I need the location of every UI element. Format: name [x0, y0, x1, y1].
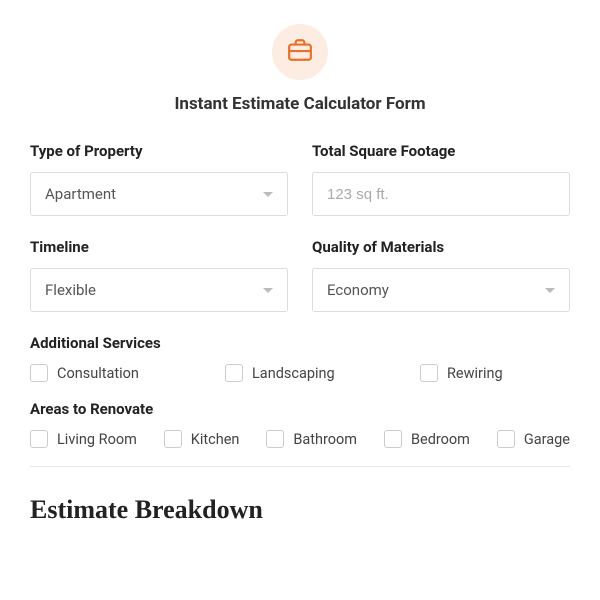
additional-services-label: Additional Services — [30, 334, 570, 352]
checkbox-icon — [384, 430, 402, 448]
area-bathroom[interactable]: Bathroom — [266, 430, 357, 448]
divider — [30, 466, 570, 467]
service-rewiring[interactable]: Rewiring — [420, 364, 570, 382]
checkbox-label: Landscaping — [252, 365, 335, 382]
checkbox-icon — [266, 430, 284, 448]
checkbox-icon — [30, 430, 48, 448]
areas-label: Areas to Renovate — [30, 400, 570, 418]
chevron-down-icon — [263, 192, 273, 197]
property-type-label: Type of Property — [30, 142, 288, 160]
estimate-breakdown-title: Estimate Breakdown — [30, 495, 570, 525]
square-footage-input[interactable] — [327, 173, 555, 215]
checkbox-icon — [497, 430, 515, 448]
checkbox-label: Rewiring — [447, 365, 503, 382]
checkbox-icon — [164, 430, 182, 448]
checkbox-label: Garage — [524, 431, 570, 448]
square-footage-label: Total Square Footage — [312, 142, 570, 160]
area-bedroom[interactable]: Bedroom — [384, 430, 470, 448]
timeline-value: Flexible — [45, 281, 96, 299]
property-type-value: Apartment — [45, 185, 116, 203]
area-kitchen[interactable]: Kitchen — [164, 430, 240, 448]
checkbox-label: Bathroom — [293, 431, 357, 448]
briefcase-icon — [287, 37, 313, 67]
area-garage[interactable]: Garage — [497, 430, 570, 448]
checkbox-label: Consultation — [57, 365, 139, 382]
checkbox-label: Living Room — [57, 431, 137, 448]
checkbox-icon — [420, 364, 438, 382]
materials-label: Quality of Materials — [312, 238, 570, 256]
service-consultation[interactable]: Consultation — [30, 364, 180, 382]
checkbox-label: Kitchen — [191, 431, 240, 448]
timeline-select[interactable]: Flexible — [30, 268, 288, 312]
checkbox-icon — [30, 364, 48, 382]
chevron-down-icon — [545, 288, 555, 293]
service-landscaping[interactable]: Landscaping — [225, 364, 375, 382]
form-title: Instant Estimate Calculator Form — [30, 94, 570, 114]
checkbox-icon — [225, 364, 243, 382]
area-living-room[interactable]: Living Room — [30, 430, 137, 448]
materials-value: Economy — [327, 281, 389, 299]
timeline-label: Timeline — [30, 238, 288, 256]
header-icon-circle — [272, 24, 328, 80]
checkbox-label: Bedroom — [411, 431, 470, 448]
square-footage-field[interactable] — [312, 172, 570, 216]
chevron-down-icon — [263, 288, 273, 293]
property-type-select[interactable]: Apartment — [30, 172, 288, 216]
materials-select[interactable]: Economy — [312, 268, 570, 312]
